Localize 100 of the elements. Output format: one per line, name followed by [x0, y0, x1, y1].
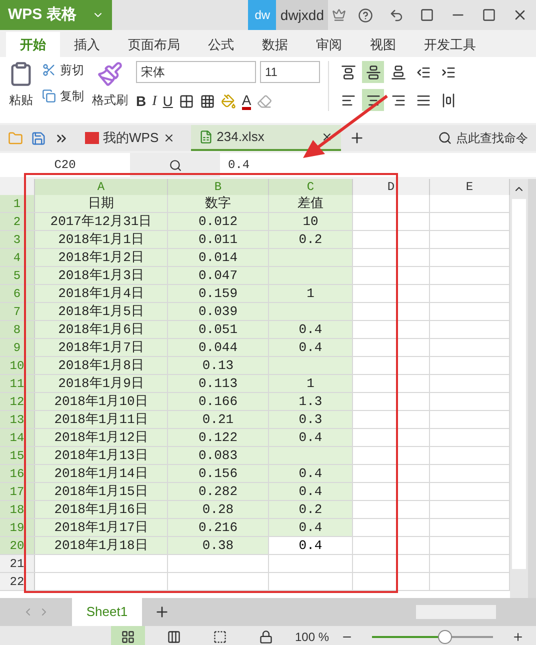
table-cell: 0.2	[269, 501, 353, 518]
name-box[interactable]: C20	[0, 153, 130, 177]
table-cell: 2018年1月8日	[35, 357, 168, 374]
table-cell: 0.159	[168, 285, 269, 302]
ribbon-tab[interactable]: 开发工具	[410, 32, 490, 57]
close-icon[interactable]	[320, 131, 333, 143]
table-cell: 0.047	[168, 267, 269, 284]
table-cell: 0.28	[168, 501, 269, 518]
new-tab-icon[interactable]	[348, 130, 365, 146]
cut-button[interactable]: 剪切	[60, 61, 84, 79]
merge-icon[interactable]	[200, 94, 215, 109]
table-cell: 日期	[35, 195, 168, 212]
table-cell: 10	[269, 213, 353, 230]
table-cell: 1.3	[269, 393, 353, 410]
document-tab[interactable]: 我的WPS	[77, 125, 183, 151]
align-button[interactable]	[362, 61, 384, 83]
table-cell: 2018年1月13日	[35, 447, 168, 464]
sheet-tab[interactable]: Sheet1	[72, 598, 142, 626]
table-cell: 0.156	[168, 465, 269, 482]
ribbon-tab[interactable]: 视图	[356, 32, 410, 57]
table-cell: 0.216	[168, 519, 269, 536]
add-sheet-icon[interactable]	[154, 604, 170, 620]
table-cell: 0.166	[168, 393, 269, 410]
table-cell: 0.4	[269, 429, 353, 446]
table-cell: 0.2	[269, 231, 353, 248]
table-cell: 0.4	[269, 465, 353, 482]
table-cell: 差值	[269, 195, 353, 212]
zoom-in-icon[interactable]	[512, 630, 524, 642]
align-icon	[340, 64, 356, 80]
table-cell: 0.039	[168, 303, 269, 320]
font-size-field[interactable]: 11	[260, 61, 320, 83]
zoom-slider-thumb[interactable]	[438, 630, 452, 644]
table-cell: 2018年1月11日	[35, 411, 168, 428]
table-cell: 0.4	[269, 483, 353, 500]
table-cell: 2018年1月3日	[35, 267, 168, 284]
table-cell: 2018年1月17日	[35, 519, 168, 536]
table-cell: 0.3	[269, 411, 353, 428]
maximize-icon[interactable]	[482, 8, 496, 22]
table-cell: 2018年1月16日	[35, 501, 168, 518]
ribbon-tab[interactable]: 开始	[6, 32, 60, 57]
table-cell: 0.011	[168, 231, 269, 248]
underline-button[interactable]: U	[162, 91, 173, 112]
table-cell: 2018年1月14日	[35, 465, 168, 482]
help-icon[interactable]	[358, 8, 373, 22]
vertical-scrollbar[interactable]	[510, 179, 528, 598]
table-cell: 2018年1月18日	[35, 537, 168, 554]
table-cell: 2018年1月10日	[35, 393, 168, 410]
spreadsheet-icon	[198, 130, 213, 144]
table-cell: 0.012	[168, 213, 269, 230]
formula-field[interactable]: 0.4	[220, 153, 536, 177]
view-icon	[258, 630, 273, 644]
align-icon	[416, 64, 430, 80]
zoom-level: 100 %	[294, 628, 329, 645]
borders-icon[interactable]	[178, 94, 194, 109]
table-cell: 2018年1月2日	[35, 249, 168, 266]
document-tab[interactable]: 234.xlsx	[190, 125, 341, 151]
username[interactable]: dwjxdd	[276, 0, 328, 30]
ribbon-tab[interactable]: 数据	[248, 32, 302, 57]
ribbon-tab[interactable]: 公式	[194, 32, 248, 57]
table-cell: 2018年1月1日	[35, 231, 168, 248]
align-icon	[440, 64, 456, 80]
table-cell: 2018年1月5日	[35, 303, 168, 320]
table-cell: 0.113	[168, 375, 269, 392]
font-color-button[interactable]: A	[242, 93, 252, 110]
view-icon	[212, 630, 227, 644]
table-cell: 2018年1月15日	[35, 483, 168, 500]
format-painter-button[interactable]: 格式刷	[92, 91, 128, 109]
ribbon-tab[interactable]: 审阅	[302, 32, 356, 57]
scissors-icon	[42, 63, 56, 77]
table-cell: 0.4	[269, 519, 353, 536]
align-icon	[390, 64, 406, 80]
column-header[interactable]: D	[353, 179, 430, 195]
italic-button[interactable]: I	[152, 91, 157, 112]
bold-button[interactable]: B	[136, 91, 146, 112]
command-search[interactable]: 点此查找命令	[456, 129, 528, 147]
crown-icon	[332, 8, 346, 22]
table-cell: 数字	[168, 195, 269, 212]
view-button[interactable]	[110, 626, 145, 645]
search-icon	[438, 131, 452, 145]
paste-button[interactable]: 粘贴	[9, 91, 33, 109]
table-cell: 0.4	[269, 339, 353, 356]
ribbon-tab[interactable]: 插入	[60, 32, 114, 57]
close-icon[interactable]	[162, 132, 175, 144]
table-cell: 2017年12月31日	[35, 213, 168, 230]
row-header[interactable]: 21	[0, 555, 35, 572]
wps-logo-icon	[85, 132, 99, 144]
font-name-field[interactable]: 宋体	[136, 61, 256, 83]
ribbon-tab[interactable]: 页面布局	[114, 32, 194, 57]
fill-color-icon[interactable]	[220, 94, 236, 109]
row-header[interactable]: 22	[0, 573, 35, 590]
table-cell: 0.083	[168, 447, 269, 464]
copy-button[interactable]: 复制	[60, 87, 84, 105]
table-cell: 1	[269, 375, 353, 392]
copy-icon	[42, 89, 56, 103]
align-icon	[390, 92, 406, 108]
table-cell: 2018年1月9日	[35, 375, 168, 392]
save-icon[interactable]	[31, 130, 46, 146]
align-icon	[366, 92, 380, 108]
horizontal-scrollbar[interactable]	[416, 605, 496, 619]
align-icon	[416, 92, 430, 108]
